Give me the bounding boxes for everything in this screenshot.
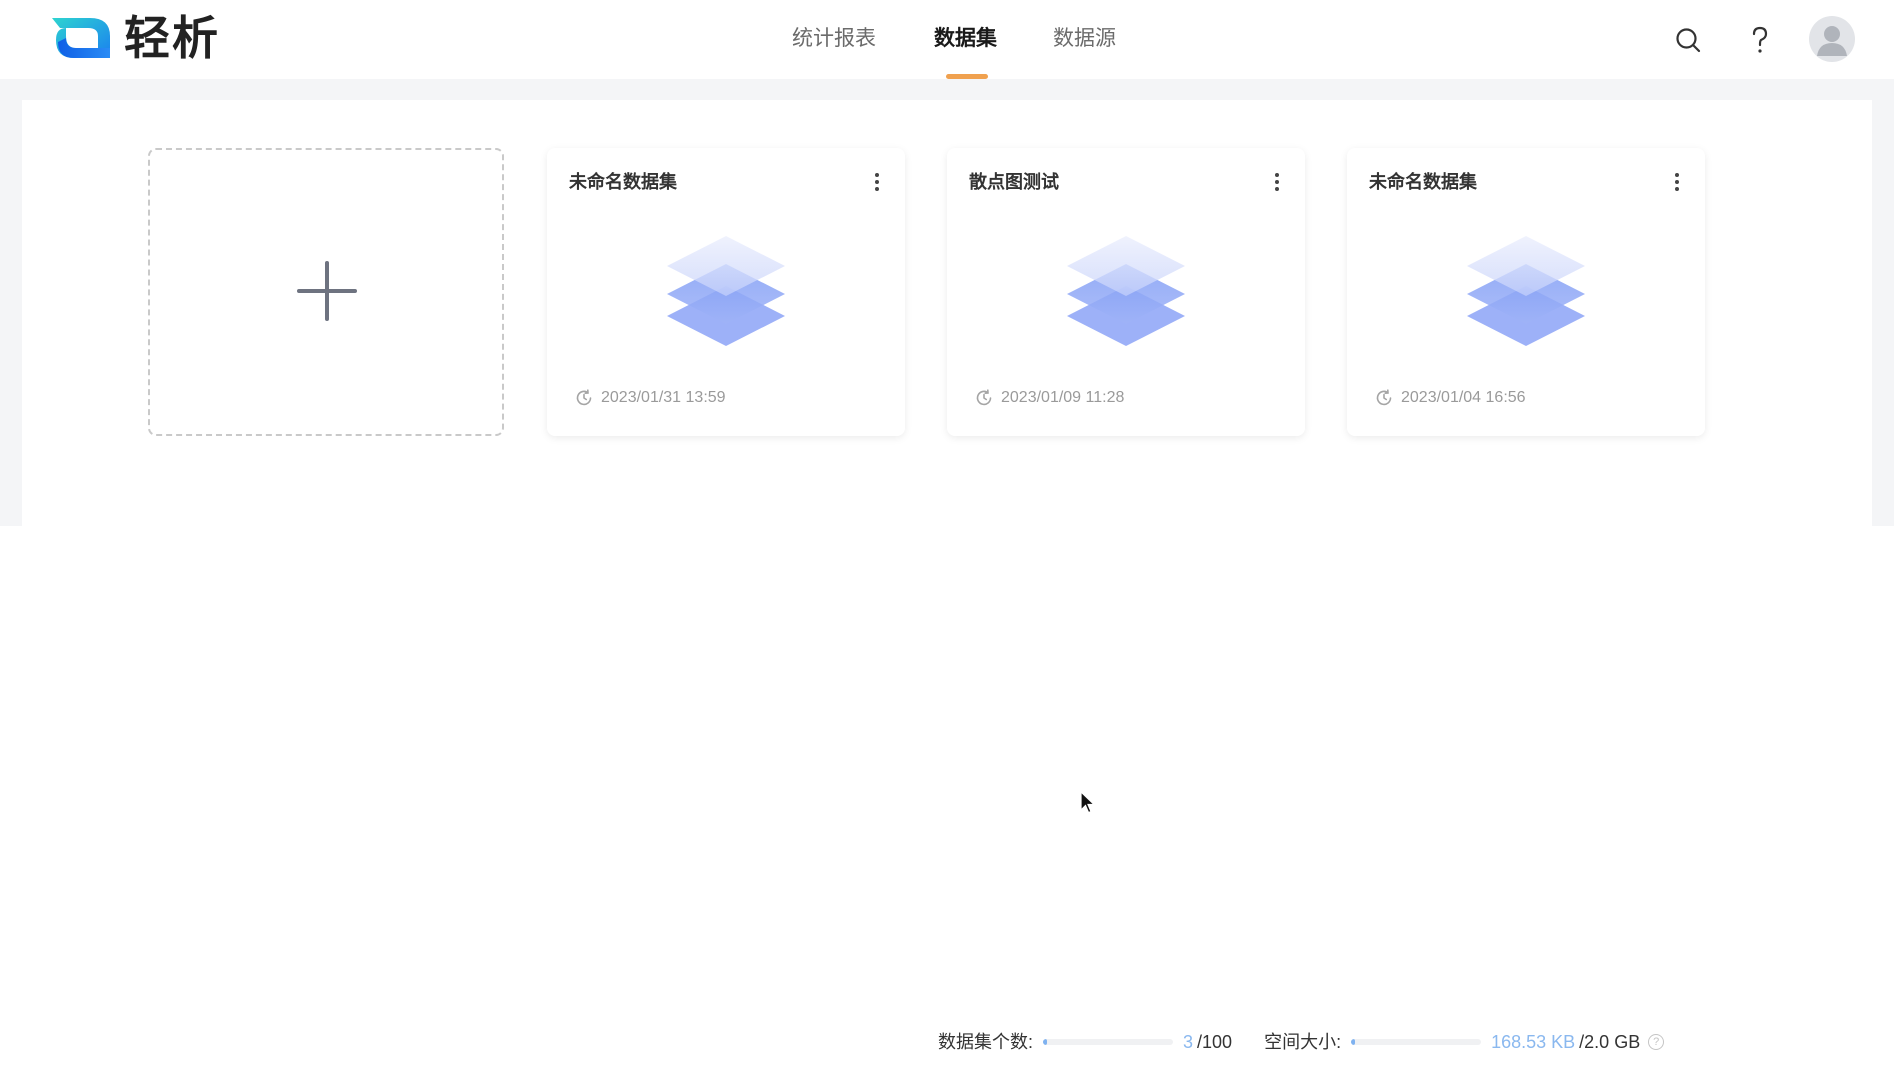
search-icon[interactable] [1674,26,1702,54]
more-options-icon[interactable] [869,170,885,194]
layers-icon [667,236,785,346]
dataset-count-progress-fill [1043,1039,1047,1045]
tab-reports[interactable]: 统计报表 [792,24,876,54]
tab-datasources[interactable]: 数据源 [1053,24,1116,54]
space-help-icon[interactable]: ? [1648,1034,1665,1050]
logo-icon [52,18,110,58]
tab-datasets[interactable]: 数据集 [934,24,997,54]
help-icon[interactable] [1748,24,1772,56]
more-options-icon[interactable] [1669,170,1685,194]
top-header: 轻析 统计报表 数据集 数据源 [0,0,1894,79]
space-size-label: 空间大小: [1264,1032,1342,1052]
dataset-title: 未命名数据集 [569,172,677,192]
dataset-count-progress [1043,1039,1174,1045]
dataset-updated-text: 2023/01/09 11:28 [1001,389,1125,406]
plus-icon [297,261,357,321]
dataset-count-max: /100 [1197,1032,1233,1052]
app-logo[interactable]: 轻析 [50,14,220,62]
more-options-icon[interactable] [1269,170,1285,194]
main-nav: 统计报表 数据集 数据源 [0,0,1894,79]
space-size-max: /2.0 GB [1579,1032,1641,1052]
mouse-cursor-icon [1080,791,1096,814]
history-icon [576,389,592,406]
dataset-card[interactable]: 未命名数据集 2023/01/31 13:59 [547,148,905,436]
dataset-updated-time: 2023/01/09 11:28 [975,388,1124,408]
dataset-updated-text: 2023/01/31 13:59 [601,389,726,406]
usage-stats: 数据集个数: 3 /100 空间大小: 168.53 KB /2.0 GB ? [938,1030,1665,1054]
dataset-updated-text: 2023/01/04 16:56 [1401,389,1526,406]
space-size-value: 168.53 KB [1491,1032,1576,1052]
layers-icon [1067,236,1185,346]
history-icon [1376,389,1392,406]
dataset-count-label: 数据集个数: [938,1032,1034,1052]
dataset-card[interactable]: 散点图测试 2023/01/09 11:28 [947,148,1305,436]
space-size-progress-fill [1351,1039,1355,1045]
history-icon [976,389,992,406]
dataset-title: 散点图测试 [969,172,1059,192]
dataset-count-value: 3 [1183,1032,1194,1052]
layers-icon [1467,236,1585,346]
user-avatar[interactable] [1809,16,1855,62]
dataset-updated-time: 2023/01/04 16:56 [1375,388,1526,408]
space-size-progress [1351,1039,1482,1045]
dataset-title: 未命名数据集 [1369,172,1477,192]
new-dataset-card[interactable] [148,148,504,436]
dataset-updated-time: 2023/01/31 13:59 [575,388,726,408]
dataset-card[interactable]: 未命名数据集 2023/01/04 16:56 [1347,148,1705,436]
avatar-icon [1817,26,1847,56]
app-name: 轻析 [124,12,220,64]
